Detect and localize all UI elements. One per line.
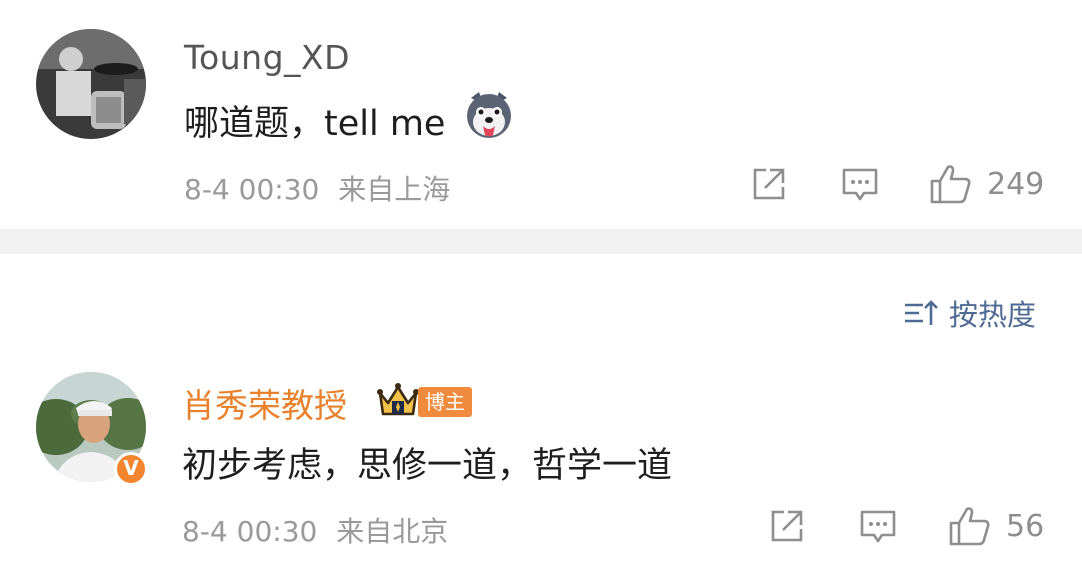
comment-meta: 8-4 00:30 来自北京 [182,510,448,550]
comment-username[interactable]: Toung_XD [184,38,350,77]
sort-label: 按热度 [949,298,1037,332]
comment-location: 来自上海 [338,173,451,206]
comment-text: 初步考虑，思修一道，哲学一道 [182,446,673,486]
comment-icon [842,168,878,201]
thumbs-up-icon [930,165,971,204]
comment-username[interactable]: 肖秀荣教授 [182,379,347,427]
like-button[interactable] [929,163,973,205]
thumbs-up-icon [949,507,990,546]
comment-icon [860,510,896,543]
avatar-photo [36,29,146,139]
verified-badge: V [114,452,148,486]
sort-button[interactable]: 按热度 [903,293,1036,333]
like-count: 249 [987,167,1045,202]
reply-button[interactable] [858,508,898,546]
share-button[interactable] [768,507,806,545]
author-badge: 博主 [418,387,472,417]
comment-meta: 8-4 00:30 来自上海 [184,168,450,208]
comment-time: 8-4 00:30 [184,173,320,206]
like-count: 56 [1006,509,1045,544]
share-icon [771,510,803,542]
sort-icon [905,300,938,325]
comment-text-content: 哪道题，tell me [184,104,446,144]
reply-button[interactable] [840,166,880,204]
section-divider [0,229,1082,254]
share-icon [753,168,785,200]
husky-emoji-icon [463,90,515,140]
comment-time: 8-4 00:30 [182,515,318,548]
crown-icon [376,381,420,419]
comment-text: 哪道题，tell me [184,95,445,146]
share-button[interactable] [750,165,788,203]
avatar[interactable] [36,29,146,139]
comment-location: 来自北京 [336,515,449,548]
like-button[interactable] [948,505,992,547]
